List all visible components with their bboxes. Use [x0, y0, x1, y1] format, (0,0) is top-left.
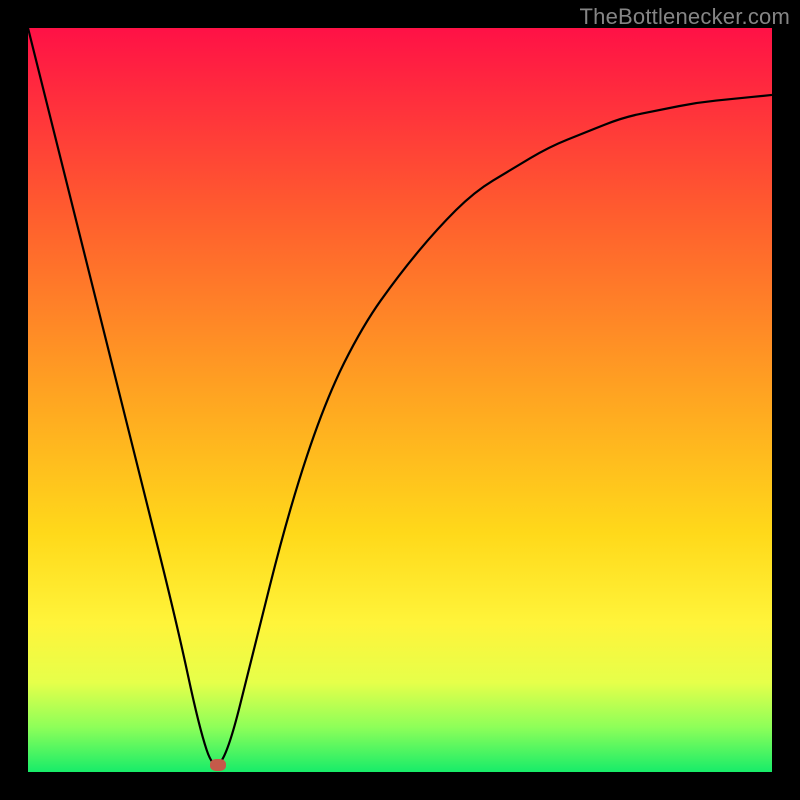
plot-area [28, 28, 772, 772]
bottleneck-curve [28, 28, 772, 765]
chart-frame: TheBottlenecker.com [0, 0, 800, 800]
watermark-text: TheBottlenecker.com [580, 4, 790, 30]
marker-dot [210, 759, 226, 771]
curve-layer [28, 28, 772, 772]
